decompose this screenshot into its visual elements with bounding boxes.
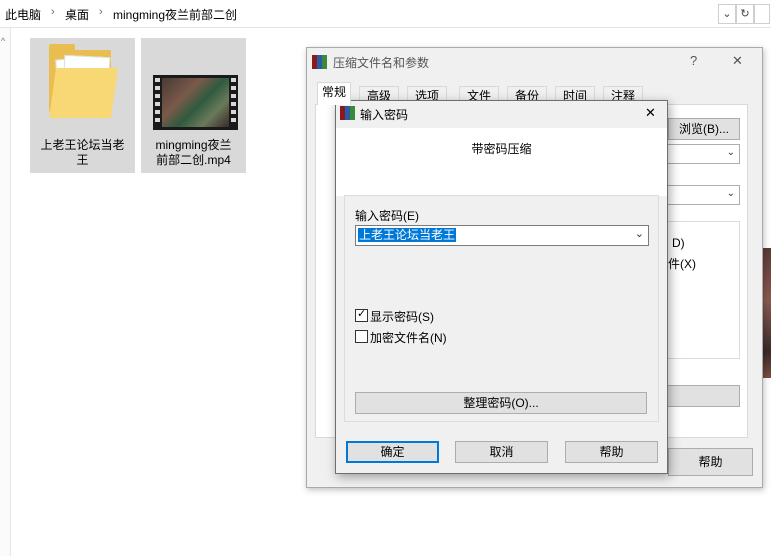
chevron-down-icon[interactable]: ⌄ [635, 227, 644, 240]
dialog-heading: 带密码压缩 [471, 142, 532, 156]
close-icon[interactable]: ✕ [732, 53, 743, 69]
navigation-pane-edge: ^ [0, 28, 11, 556]
window-title: 压缩文件名和参数 [333, 56, 430, 70]
winrar-icon [312, 55, 327, 69]
encrypt-filenames-checkbox[interactable] [355, 330, 368, 343]
password-value: 上老王论坛当老王 [358, 228, 457, 242]
help-button[interactable]: 帮助 [565, 441, 658, 463]
option-fragment-x: 件(X) [668, 257, 696, 271]
file-name: 上老王论坛当老 王 [40, 138, 125, 167]
file-item-video[interactable]: mingming夜兰 前部二创.mp4 [141, 38, 246, 173]
organize-passwords-button[interactable]: 整理密码(O)... [355, 392, 647, 414]
close-icon[interactable]: ✕ [645, 105, 656, 121]
browse-button[interactable]: 浏览(B)... [668, 118, 740, 140]
help-button[interactable]: 帮助 [668, 448, 753, 476]
file-name: mingming夜兰 前部二创.mp4 [155, 138, 232, 167]
refresh-icon[interactable]: ↻ [736, 4, 754, 24]
search-box-edge[interactable] [754, 4, 770, 24]
window-title: 输入密码 [360, 108, 409, 122]
address-bar[interactable]: 此电脑 › 桌面 › mingming夜兰前部二创 ⌄ ↻ [0, 0, 771, 28]
video-thumbnail [153, 75, 238, 130]
chevron-right-icon: › [99, 6, 103, 18]
chevron-down-icon[interactable]: ⌄ [727, 147, 735, 158]
header-area: 带密码压缩 [336, 128, 667, 196]
chevron-up-icon[interactable]: ^ [1, 36, 5, 46]
checkmark-icon: ✓ [357, 308, 367, 320]
ok-button[interactable]: 确定 [346, 441, 439, 463]
tab-general[interactable]: 常规 [317, 82, 351, 105]
option-fragment-d: D) [672, 236, 685, 250]
file-item-folder[interactable]: 上老王论坛当老 王 [30, 38, 135, 173]
chevron-down-icon[interactable]: ⌄ [727, 188, 735, 199]
show-password-checkbox[interactable]: ✓ [355, 308, 368, 322]
winrar-icon [340, 106, 355, 120]
show-password-label: 显示密码(S) [370, 310, 434, 324]
breadcrumb-current-folder[interactable]: mingming夜兰前部二创 [113, 6, 237, 23]
password-dialog: 输入密码 ✕ 带密码压缩 输入密码(E) 上老王论坛当老王 ⌄ ✓ 显示密码(S… [335, 100, 668, 474]
help-icon[interactable]: ? [690, 53, 697, 68]
encrypt-filenames-label: 加密文件名(N) [370, 331, 447, 345]
password-label: 输入密码(E) [355, 209, 419, 223]
breadcrumb-this-pc[interactable]: 此电脑 [5, 6, 41, 23]
chevron-right-icon: › [51, 6, 55, 18]
cancel-button[interactable]: 取消 [455, 441, 548, 463]
password-input[interactable]: 上老王论坛当老王 ⌄ [355, 225, 649, 246]
breadcrumb-desktop[interactable]: 桌面 [65, 6, 89, 23]
chevron-down-icon[interactable]: ⌄ [718, 4, 736, 24]
